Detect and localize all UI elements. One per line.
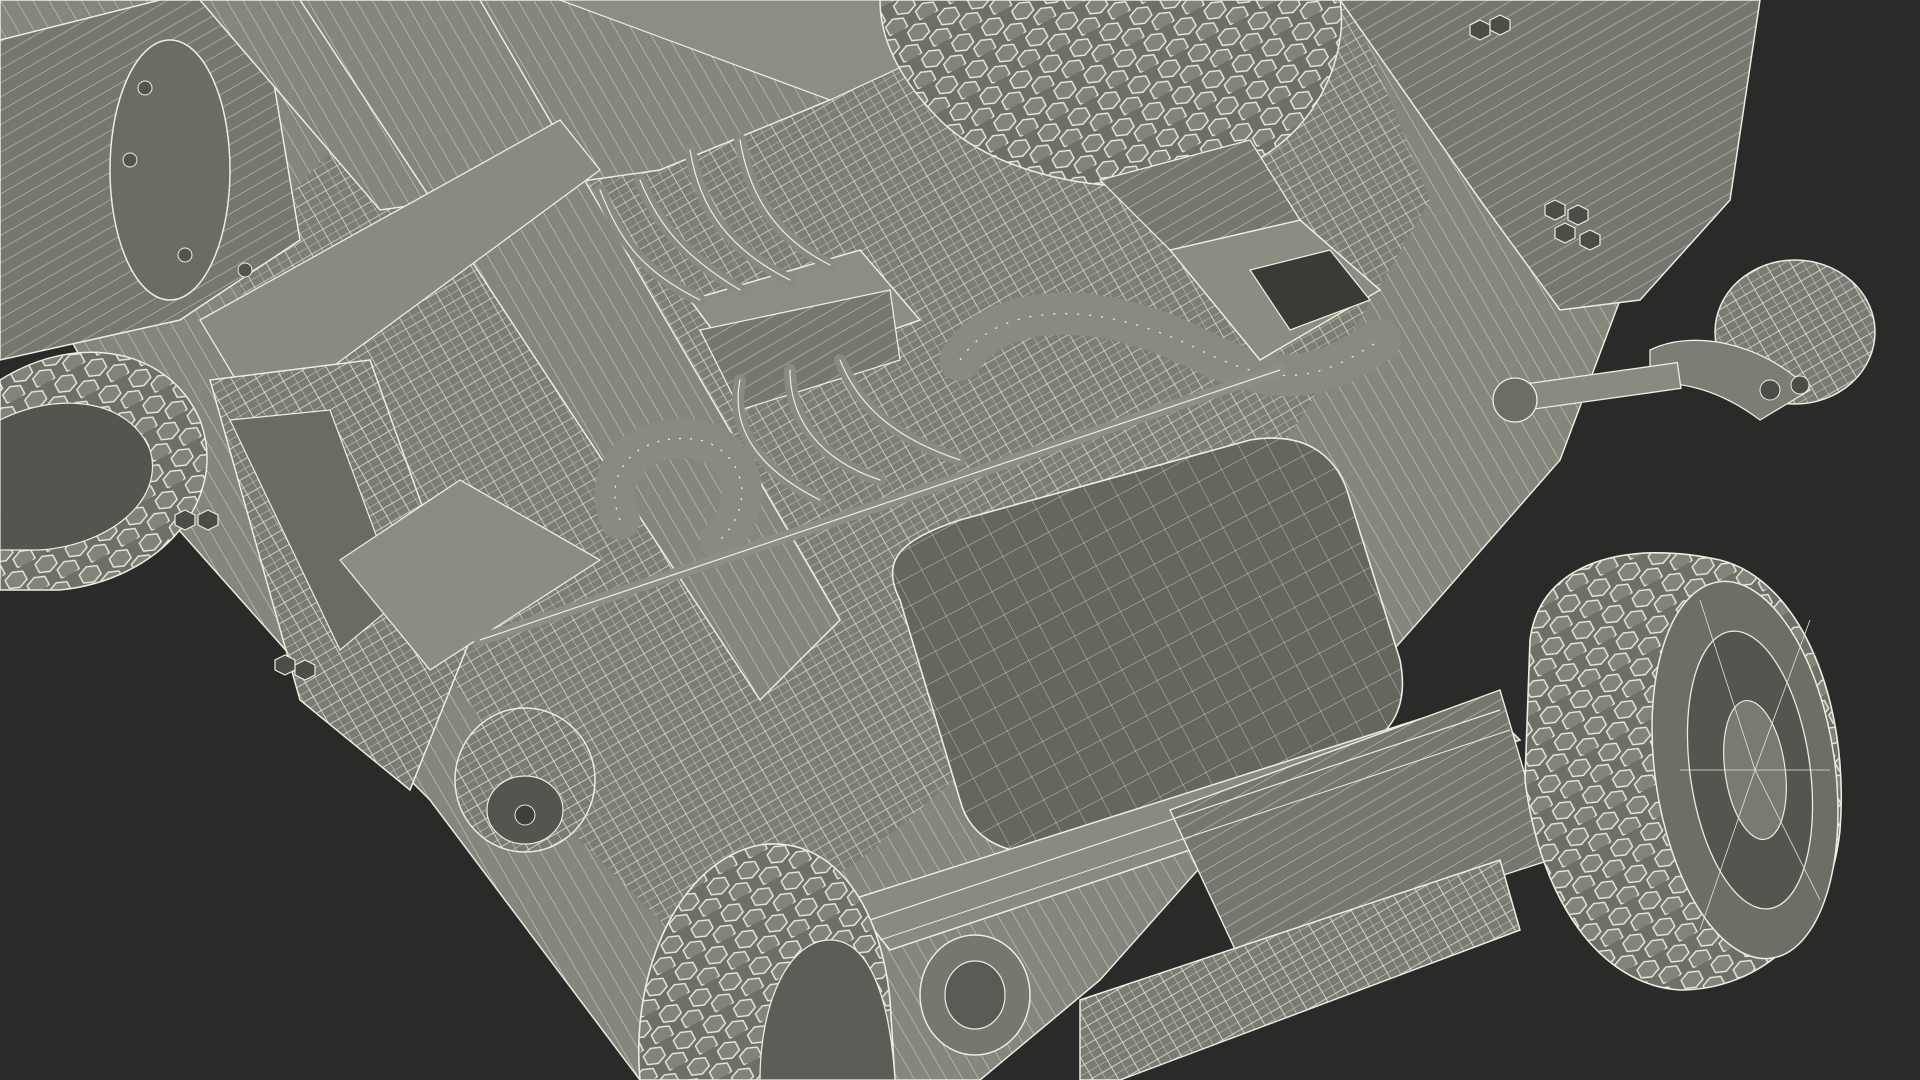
wireframe-render [0, 0, 1920, 1080]
tow-hook-left [454, 707, 596, 853]
